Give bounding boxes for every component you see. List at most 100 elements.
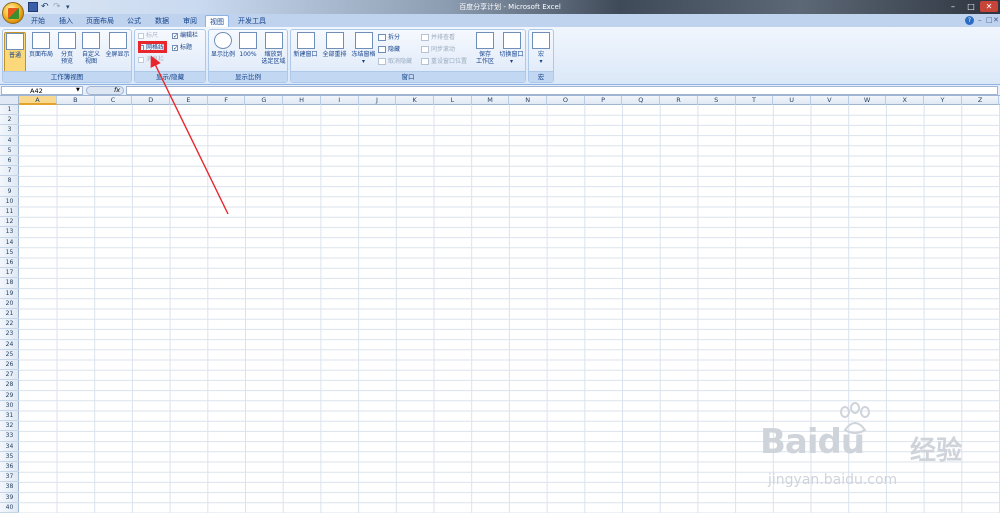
- row-header-25[interactable]: 25: [0, 350, 19, 360]
- row-header-11[interactable]: 11: [0, 207, 19, 218]
- zoom-to-selection-button[interactable]: 缩放到 选定区域: [260, 32, 287, 65]
- row-header-3[interactable]: 3: [0, 125, 19, 136]
- workbook-close-icon[interactable]: ✕: [993, 16, 999, 25]
- message-bar-checkbox[interactable]: 消息栏: [138, 56, 164, 64]
- column-header-V[interactable]: V: [811, 96, 849, 105]
- page-layout-view-button[interactable]: 页面布局: [28, 32, 54, 58]
- row-header-40[interactable]: 40: [0, 503, 19, 513]
- row-header-31[interactable]: 31: [0, 411, 19, 422]
- freeze-panes-button[interactable]: 冻结窗格 ▾: [350, 32, 377, 65]
- row-header-6[interactable]: 6: [0, 156, 19, 167]
- tab-page-layout[interactable]: 页面布局: [84, 15, 116, 27]
- column-header-T[interactable]: T: [736, 96, 774, 105]
- row-header-16[interactable]: 16: [0, 258, 19, 269]
- column-header-P[interactable]: P: [585, 96, 623, 105]
- column-header-S[interactable]: S: [698, 96, 736, 105]
- column-header-X[interactable]: X: [886, 96, 925, 105]
- row-header-17[interactable]: 17: [0, 268, 19, 279]
- column-header-N[interactable]: N: [509, 96, 548, 105]
- row-header-28[interactable]: 28: [0, 380, 19, 391]
- row-header-22[interactable]: 22: [0, 319, 19, 330]
- row-header-39[interactable]: 39: [0, 493, 19, 503]
- side-by-side-button[interactable]: 并排查看: [421, 34, 455, 42]
- row-header-13[interactable]: 13: [0, 227, 19, 238]
- workbook-restore-icon[interactable]: □: [986, 16, 993, 25]
- row-header-32[interactable]: 32: [0, 421, 19, 432]
- switch-windows-button[interactable]: 切换窗口 ▾: [498, 32, 525, 65]
- column-header-U[interactable]: U: [773, 96, 811, 105]
- row-header-7[interactable]: 7: [0, 166, 19, 177]
- row-header-4[interactable]: 4: [0, 136, 19, 146]
- zoom-100-button[interactable]: 100%: [238, 32, 258, 58]
- select-all-corner[interactable]: [0, 96, 19, 105]
- tab-developer[interactable]: 开发工具: [236, 15, 268, 27]
- column-header-H[interactable]: H: [283, 96, 321, 105]
- row-header-21[interactable]: 21: [0, 309, 19, 320]
- name-box-dropdown-icon[interactable]: ▼: [76, 87, 80, 93]
- column-header-D[interactable]: D: [132, 96, 171, 105]
- row-header-10[interactable]: 10: [0, 197, 19, 207]
- save-workspace-button[interactable]: 保存 工作区: [474, 32, 496, 65]
- row-header-2[interactable]: 2: [0, 115, 19, 126]
- workbook-minimize-icon[interactable]: –: [978, 16, 982, 25]
- maximize-button[interactable]: □: [962, 1, 980, 12]
- help-icon[interactable]: ?: [965, 16, 974, 25]
- customize-qat-icon[interactable]: ▾: [66, 2, 76, 12]
- redo-icon[interactable]: ↷: [53, 2, 63, 12]
- office-button[interactable]: [2, 2, 24, 24]
- normal-view-button[interactable]: 普通: [4, 32, 26, 73]
- tab-review[interactable]: 审阅: [180, 15, 200, 27]
- macros-button[interactable]: 宏 ▾: [531, 32, 551, 65]
- row-header-36[interactable]: 36: [0, 462, 19, 473]
- column-header-L[interactable]: L: [434, 96, 472, 105]
- hide-button[interactable]: 隐藏: [378, 46, 400, 54]
- new-window-button[interactable]: 新建窗口: [292, 32, 319, 58]
- row-header-27[interactable]: 27: [0, 370, 19, 381]
- unhide-button[interactable]: 取消隐藏: [378, 58, 412, 66]
- row-header-29[interactable]: 29: [0, 391, 19, 401]
- row-header-34[interactable]: 34: [0, 442, 19, 452]
- column-header-G[interactable]: G: [246, 96, 284, 105]
- row-header-23[interactable]: 23: [0, 329, 19, 340]
- full-screen-button[interactable]: 全屏显示: [104, 32, 131, 58]
- close-button[interactable]: ✕: [980, 1, 998, 12]
- tab-insert[interactable]: 插入: [56, 15, 76, 27]
- custom-views-button[interactable]: 自定义 视图: [80, 32, 102, 65]
- ruler-checkbox[interactable]: 标尺: [138, 32, 158, 40]
- insert-function-icon[interactable]: fx: [114, 86, 120, 95]
- column-header-Y[interactable]: Y: [924, 96, 962, 105]
- row-header-1[interactable]: 1: [0, 105, 19, 116]
- save-icon[interactable]: [28, 2, 38, 12]
- headings-checkbox[interactable]: ✓ 标题: [172, 44, 192, 52]
- row-header-5[interactable]: 5: [0, 146, 19, 156]
- column-header-Z[interactable]: Z: [962, 96, 1000, 105]
- undo-icon[interactable]: ↶: [41, 2, 51, 12]
- column-header-I[interactable]: I: [321, 96, 359, 105]
- column-header-C[interactable]: C: [95, 96, 133, 105]
- row-header-8[interactable]: 8: [0, 176, 19, 187]
- row-header-26[interactable]: 26: [0, 360, 19, 371]
- row-header-19[interactable]: 19: [0, 289, 19, 299]
- column-header-O[interactable]: O: [547, 96, 585, 105]
- column-header-K[interactable]: K: [396, 96, 434, 105]
- row-header-38[interactable]: 38: [0, 482, 19, 493]
- tab-view[interactable]: 视图: [205, 15, 229, 27]
- tab-formulas[interactable]: 公式: [124, 15, 144, 27]
- row-header-33[interactable]: 33: [0, 431, 19, 442]
- row-header-37[interactable]: 37: [0, 472, 19, 483]
- column-header-W[interactable]: W: [849, 96, 887, 105]
- page-break-preview-button[interactable]: 分页 预览: [57, 32, 77, 65]
- row-header-14[interactable]: 14: [0, 238, 19, 248]
- formula-bar-checkbox[interactable]: ✓ 编辑栏: [172, 32, 198, 40]
- zoom-button[interactable]: 显示比例: [210, 32, 236, 58]
- reset-window-position-button[interactable]: 重设窗口位置: [421, 58, 467, 66]
- column-header-M[interactable]: M: [472, 96, 510, 105]
- arrange-all-button[interactable]: 全部重排: [321, 32, 348, 58]
- column-header-F[interactable]: F: [208, 96, 246, 105]
- row-header-12[interactable]: 12: [0, 217, 19, 228]
- column-header-J[interactable]: J: [359, 96, 397, 105]
- split-button[interactable]: 拆分: [378, 34, 400, 42]
- minimize-button[interactable]: –: [944, 1, 962, 12]
- row-header-9[interactable]: 9: [0, 187, 19, 197]
- row-header-24[interactable]: 24: [0, 340, 19, 350]
